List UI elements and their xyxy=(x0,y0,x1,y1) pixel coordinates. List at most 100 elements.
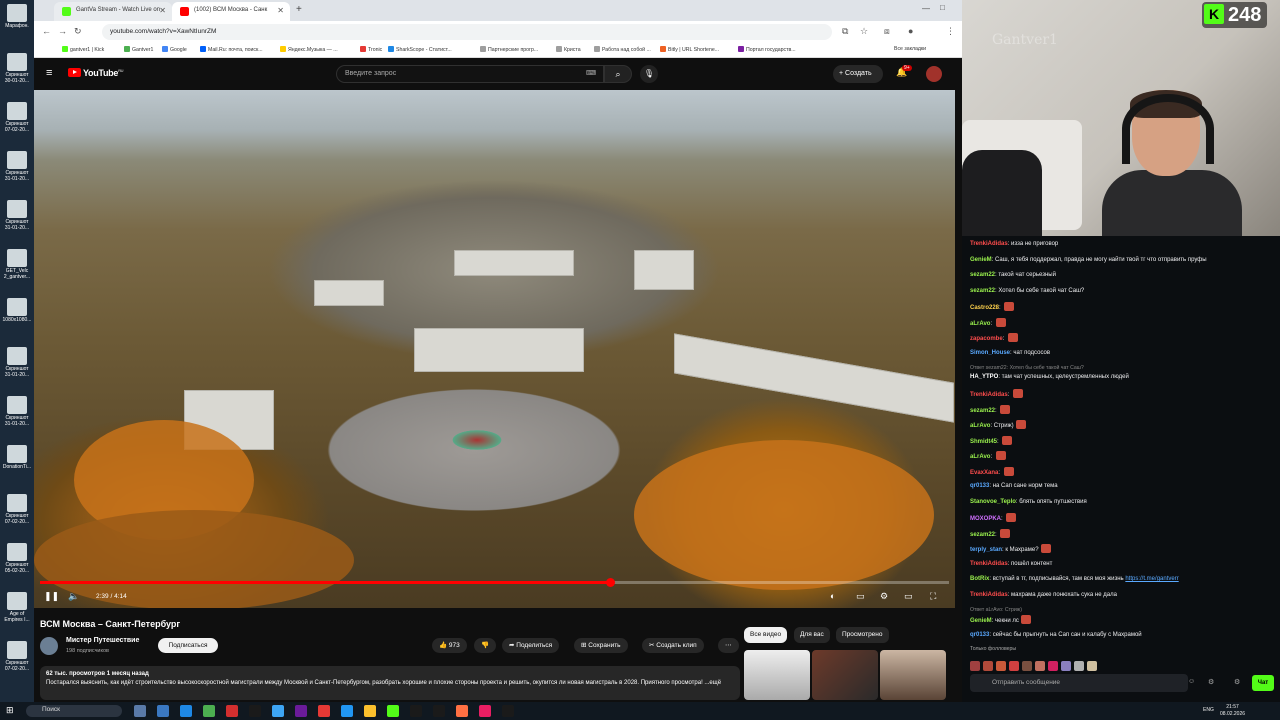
chat-settings-icon[interactable]: ⚙ xyxy=(1208,678,1214,686)
start-icon[interactable]: ⊞ xyxy=(6,705,14,716)
channel-name[interactable]: Мистер Путешествие xyxy=(66,637,139,644)
share-button[interactable]: ➦ Поделиться xyxy=(502,638,560,653)
chat-username[interactable]: Shmidt45 xyxy=(970,439,997,445)
desktop-icon[interactable]: Скриншот 07-02-20... xyxy=(2,494,32,525)
emoji-icon[interactable]: ☺ xyxy=(1188,678,1195,685)
taskbar-app-icon[interactable] xyxy=(272,705,284,717)
taskbar-app-icon[interactable] xyxy=(433,705,445,717)
bookmark-item[interactable]: Mail.Ru: почта, поиск... xyxy=(200,46,263,53)
bookmark-item[interactable]: Партнерские прогр... xyxy=(480,46,538,53)
chat-username[interactable]: HA_YTPO xyxy=(970,374,998,380)
chat-username[interactable]: TrenkiAdidas xyxy=(970,592,1008,598)
bookmark-item[interactable]: gantver1 | Kick xyxy=(62,46,104,53)
taskbar-app-icon[interactable] xyxy=(341,705,353,717)
desktop-icon[interactable]: Скриншот 31-01-20... xyxy=(2,200,32,231)
rec-thumbnail[interactable] xyxy=(744,650,810,700)
emote-icon[interactable] xyxy=(1009,661,1019,671)
bookmark-item[interactable]: Яндекс.Музыка — ... xyxy=(280,46,338,53)
desktop-icon[interactable]: Age of Empires I... xyxy=(2,592,32,623)
desktop-icon[interactable]: Скриншот 07-02-20... xyxy=(2,102,32,133)
desktop-icon[interactable]: Скриншот 31-01-20... xyxy=(2,151,32,182)
search-button[interactable]: ⌕ xyxy=(604,65,632,83)
forward-icon[interactable]: → xyxy=(58,26,67,36)
chat-username[interactable]: Castro228 xyxy=(970,305,999,311)
autoplay-toggle[interactable]: ◐ xyxy=(830,591,835,601)
chat-username[interactable]: GenieM xyxy=(970,618,992,624)
youtube-logo[interactable]: YouTubeRU xyxy=(68,68,124,78)
emote-icon[interactable] xyxy=(996,661,1006,671)
chat-username[interactable]: TrenkiAdidas xyxy=(970,241,1008,247)
emote-icon[interactable] xyxy=(1035,661,1045,671)
chat-username[interactable]: BotRix xyxy=(970,576,989,582)
volume-icon[interactable]: 🔈 xyxy=(68,591,79,602)
taskbar-search[interactable]: Поиск xyxy=(26,705,122,717)
rec-thumbnail[interactable] xyxy=(880,650,946,700)
chat-username[interactable]: TrenkiAdidas xyxy=(970,392,1008,398)
chat-username[interactable]: EvaxXana xyxy=(970,470,998,476)
taskbar-app-icon[interactable] xyxy=(249,705,261,717)
install-icon[interactable]: ⧉ xyxy=(842,26,848,37)
chat-username[interactable]: aLrAvo xyxy=(970,321,990,327)
chat-username[interactable]: sezam22 xyxy=(970,532,995,538)
taskbar-app-icon[interactable] xyxy=(410,705,422,717)
all-bookmarks[interactable]: Все закладки xyxy=(894,46,926,52)
chat-username[interactable]: Stanovoe_Teplo xyxy=(970,499,1016,505)
theater-icon[interactable]: ▭ xyxy=(904,591,913,602)
taskbar-app-icon[interactable] xyxy=(387,705,399,717)
tab-kick[interactable]: GantVa Stream - Watch Live on ✕ xyxy=(54,2,172,21)
clip-button[interactable]: ✂ Создать клип xyxy=(642,638,704,653)
taskbar-app-icon[interactable] xyxy=(295,705,307,717)
create-button[interactable]: + Создать xyxy=(833,65,883,83)
bookmark-item[interactable]: Bitly | URL Shortene... xyxy=(660,46,719,53)
bookmark-item[interactable]: Tronic xyxy=(360,46,382,53)
chat-username[interactable]: MOXOPKA xyxy=(970,516,1001,522)
desktop-icon[interactable]: Скриншот 05-02-20... xyxy=(2,543,32,574)
tab-watched[interactable]: Просмотрено xyxy=(836,627,889,643)
desktop-icon[interactable]: Скриншот 07-02-20... xyxy=(2,641,32,672)
bookmark-item[interactable]: Работа над собой ... xyxy=(594,46,651,53)
taskbar-app-icon[interactable] xyxy=(180,705,192,717)
mic-button[interactable]: 🎙 xyxy=(640,65,658,83)
more-button[interactable]: ⋯ xyxy=(718,638,739,653)
rec-thumbnail[interactable] xyxy=(812,650,878,700)
save-button[interactable]: ⊞ Сохранить xyxy=(574,638,628,653)
dislike-button[interactable]: 👎 xyxy=(474,638,497,653)
chat-username[interactable]: TrenkiAdidas xyxy=(970,561,1008,567)
language-indicator[interactable]: ENG xyxy=(1203,707,1214,713)
tab-youtube[interactable]: (1002) ВСМ Москва - Санк ✕ xyxy=(172,2,290,21)
bookmark-item[interactable]: Gantver1 xyxy=(124,46,153,53)
bookmark-item[interactable]: Google xyxy=(162,46,187,53)
chat-link[interactable]: https://t.me/gantverr xyxy=(1125,576,1178,582)
taskbar-app-icon[interactable] xyxy=(456,705,468,717)
like-button[interactable]: 👍 973 xyxy=(432,638,467,653)
desktop-icon[interactable]: GET_Velc 2_gantver... xyxy=(2,249,32,280)
menu-icon[interactable]: ⋮ xyxy=(946,26,955,37)
tab-all-videos[interactable]: Все видео xyxy=(744,627,788,643)
close-icon[interactable]: ✕ xyxy=(159,6,166,15)
hamburger-icon[interactable]: ≡ xyxy=(46,67,52,79)
taskbar-app-icon[interactable] xyxy=(203,705,215,717)
emote-icon[interactable] xyxy=(1022,661,1032,671)
desktop-icon[interactable]: 1080x1080... xyxy=(2,298,32,323)
maximize-icon[interactable]: □ xyxy=(940,3,945,12)
settings-icon[interactable]: ⚙ xyxy=(880,591,888,602)
chat-username[interactable]: aLrAvo xyxy=(970,423,990,429)
desktop-icon[interactable]: DonationTi... xyxy=(2,445,32,470)
subtitles-icon[interactable]: ▭ xyxy=(856,591,865,602)
chat-username[interactable]: aLrAvo xyxy=(970,454,990,460)
description-box[interactable]: 62 тыс. просмотров 1 месяц назад Постара… xyxy=(40,666,740,700)
avatar[interactable] xyxy=(926,66,942,82)
reload-icon[interactable]: ↻ xyxy=(74,26,82,37)
new-tab-icon[interactable]: + xyxy=(296,4,302,15)
emote-icon[interactable] xyxy=(1061,661,1071,671)
close-icon[interactable]: ✕ xyxy=(277,6,284,15)
taskbar-app-icon[interactable] xyxy=(226,705,238,717)
chat-username[interactable]: zapacombe xyxy=(970,336,1003,342)
taskbar-app-icon[interactable] xyxy=(502,705,514,717)
taskbar-app-icon[interactable] xyxy=(318,705,330,717)
bookmark-item[interactable]: Портал государств... xyxy=(738,46,796,53)
extensions-icon[interactable]: ⧈ xyxy=(884,26,890,37)
pause-icon[interactable]: ❚❚ xyxy=(44,591,59,602)
keyboard-icon[interactable]: ⌨ xyxy=(586,69,596,77)
back-icon[interactable]: ← xyxy=(42,26,51,36)
